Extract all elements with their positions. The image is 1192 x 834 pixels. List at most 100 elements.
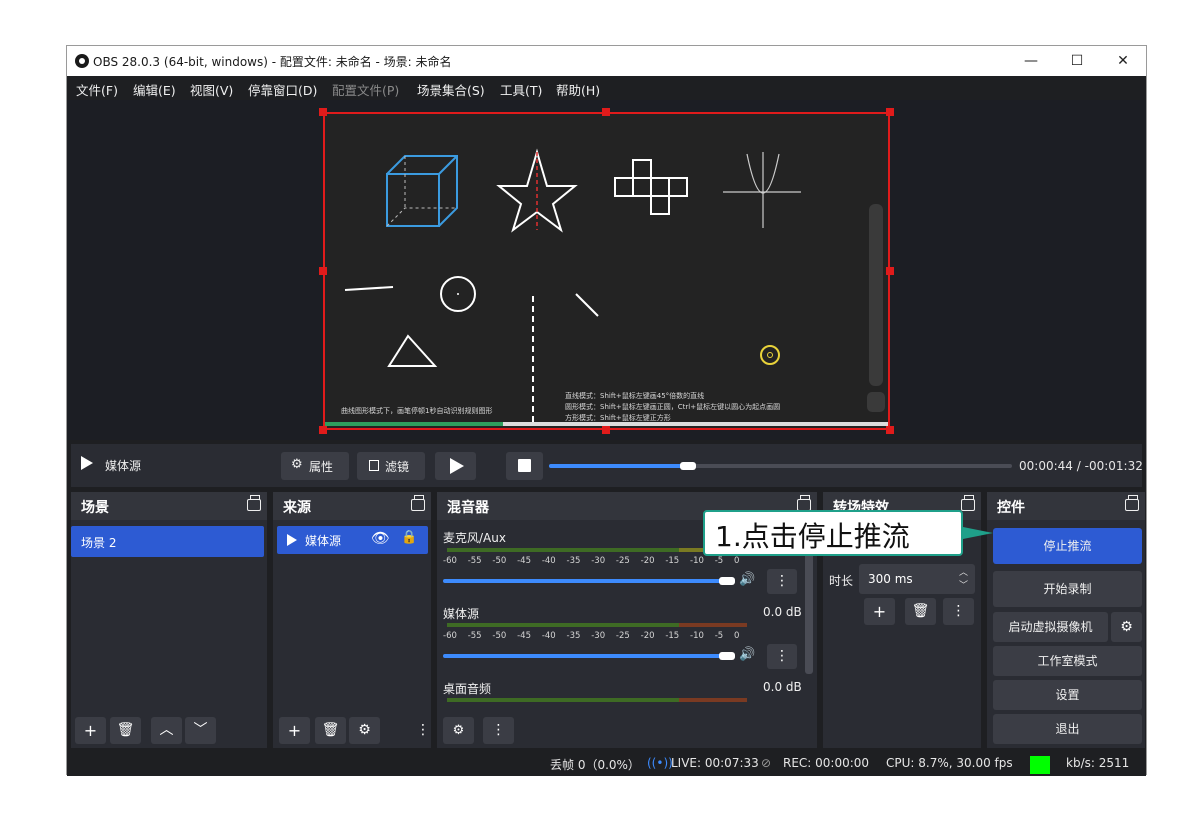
menu-scene-collection[interactable]: 场景集合(S) xyxy=(417,80,485,99)
remove-source-button[interactable]: 🗑 xyxy=(315,717,346,744)
menu-edit[interactable]: 编辑(E) xyxy=(133,80,176,99)
controls-dock: 控件 停止推流 开始录制 启动虚拟摄像机 ⚙ 工作室模式 设置 退出 xyxy=(987,492,1145,748)
chevron-down-icon[interactable]: ﹀ xyxy=(959,578,968,591)
title-bar: OBS 28.0.3 (64-bit, windows) - 配置文件: 未命名… xyxy=(67,46,1146,76)
mixer-channel-name: 媒体源 xyxy=(443,607,480,621)
filter-icon xyxy=(369,460,379,471)
add-transition-button[interactable]: + xyxy=(864,598,895,625)
start-virtual-camera-button[interactable]: 启动虚拟摄像机 xyxy=(993,612,1108,642)
mixer-channel-db: 0.0 dB xyxy=(763,680,802,694)
menu-file[interactable]: 文件(F) xyxy=(76,80,118,99)
undock-icon[interactable] xyxy=(1125,495,1139,511)
more-icon[interactable]: ⋮ xyxy=(416,722,430,740)
menu-view[interactable]: 视图(V) xyxy=(190,80,233,99)
chevron-up-icon[interactable]: ︿ xyxy=(959,565,968,578)
stop-button[interactable] xyxy=(506,452,543,480)
mixer-channel-name: 桌面音频 xyxy=(443,682,492,696)
studio-mode-button[interactable]: 工作室模式 xyxy=(993,646,1142,676)
channel-menu-button[interactable]: ⋮ xyxy=(767,644,797,669)
add-source-button[interactable]: + xyxy=(279,717,310,744)
undock-icon[interactable] xyxy=(961,495,975,511)
menu-profile[interactable]: 配置文件(P) xyxy=(332,80,399,99)
speaker-icon[interactable]: 🔊 xyxy=(739,572,755,587)
volume-slider[interactable] xyxy=(443,579,733,583)
volume-slider-handle[interactable] xyxy=(719,652,735,660)
callout-pointer xyxy=(963,527,993,539)
source-play-icon xyxy=(81,456,93,470)
duration-label: 时长 xyxy=(829,574,854,588)
speaker-icon[interactable]: 🔊 xyxy=(739,647,755,662)
source-properties-button[interactable]: ⚙ xyxy=(349,717,380,744)
stop-streaming-button[interactable]: 停止推流 xyxy=(993,528,1142,564)
menu-bar: 文件(F) 编辑(E) 视图(V) 停靠窗口(D) 配置文件(P) 场景集合(S… xyxy=(67,76,1146,100)
tutorial-callout: 1.点击停止推流 xyxy=(703,510,963,556)
resize-handle[interactable] xyxy=(886,426,894,434)
resize-handle[interactable] xyxy=(319,108,327,116)
scenes-header: 场景 xyxy=(71,492,267,520)
seek-handle[interactable] xyxy=(679,462,696,470)
seek-progress xyxy=(549,464,688,468)
transition-menu-button[interactable]: ⋮ xyxy=(943,598,974,625)
sources-dock: 来源 媒体源 👁 🔒 + 🗑 ⚙ ⋮ xyxy=(273,492,431,748)
live-icon: ((•)) xyxy=(647,756,673,770)
play-button[interactable] xyxy=(435,452,476,480)
menu-tools[interactable]: 工具(T) xyxy=(500,80,542,99)
controls-header: 控件 xyxy=(987,492,1145,520)
selection-box[interactable] xyxy=(323,112,890,430)
filters-button[interactable]: 滤镜 xyxy=(357,452,425,480)
exit-button[interactable]: 退出 xyxy=(993,714,1142,744)
volume-slider[interactable] xyxy=(443,654,733,658)
stop-icon xyxy=(518,459,531,472)
source-item[interactable]: 媒体源 👁 🔒 xyxy=(277,526,428,554)
settings-button[interactable]: 设置 xyxy=(993,680,1142,710)
media-controls-bar: 媒体源 ⚙ 属性 滤镜 00:00:44 / -00:01:32 xyxy=(71,444,1143,487)
remove-transition-button[interactable]: 🗑 xyxy=(905,598,936,625)
meter-ticks: -60 -55 -50 -45 -40 -35 -30 -25 -20 -15 … xyxy=(443,631,740,641)
mixer-channel-name: 麦克风/Aux xyxy=(443,531,506,545)
media-source-name: 媒体源 xyxy=(105,459,142,473)
status-bar: 丢帧 0（0.0%） ((•)) LIVE: 00:07:33 ⊘ REC: 0… xyxy=(67,752,1146,776)
channel-menu-button[interactable]: ⋮ xyxy=(767,569,797,594)
lock-icon[interactable]: 🔒 xyxy=(401,530,417,545)
meter-ticks: -60 -55 -50 -45 -40 -35 -30 -25 -20 -15 … xyxy=(443,556,740,566)
mixer-settings-button[interactable]: ⚙ xyxy=(443,717,474,744)
resize-handle[interactable] xyxy=(319,426,327,434)
gear-icon: ⚙ xyxy=(291,457,303,472)
resize-handle[interactable] xyxy=(886,108,894,116)
network-status-indicator xyxy=(1030,756,1050,774)
resize-handle[interactable] xyxy=(319,267,327,275)
close-button[interactable]: ✕ xyxy=(1100,46,1146,76)
undock-icon[interactable] xyxy=(247,495,261,511)
properties-button[interactable]: ⚙ 属性 xyxy=(281,452,349,480)
remove-scene-button[interactable]: 🗑 xyxy=(110,717,141,744)
maximize-button[interactable]: ☐ xyxy=(1054,46,1100,76)
rec-icon: ⊘ xyxy=(761,756,772,770)
resize-handle[interactable] xyxy=(602,108,610,116)
media-time: 00:00:44 / -00:01:32 xyxy=(1019,459,1143,473)
menu-help[interactable]: 帮助(H) xyxy=(556,80,600,99)
minimize-button[interactable]: — xyxy=(1008,46,1054,76)
bitrate: kb/s: 2511 xyxy=(1066,756,1130,770)
preview-area[interactable]: 曲线图形模式下，画笔停顿1秒自动识别规则图形 直线模式：Shift+鼠标左键画4… xyxy=(67,100,1146,440)
move-scene-up-button[interactable]: ︿ xyxy=(151,717,182,744)
undock-icon[interactable] xyxy=(411,495,425,511)
virtual-camera-settings-button[interactable]: ⚙ xyxy=(1111,612,1142,642)
dropped-frames: 丢帧 0（0.0%） xyxy=(550,758,640,772)
duration-spinbox[interactable]: 300 ms ︿ ﹀ xyxy=(859,564,975,594)
seek-bar[interactable] xyxy=(549,462,1012,470)
sources-header: 来源 xyxy=(273,492,431,520)
mixer-menu-button[interactable]: ⋮ xyxy=(483,717,514,744)
add-scene-button[interactable]: + xyxy=(75,717,106,744)
move-scene-down-button[interactable]: ﹀ xyxy=(185,717,216,744)
start-recording-button[interactable]: 开始录制 xyxy=(993,571,1142,607)
resize-handle[interactable] xyxy=(602,426,610,434)
cpu-usage: CPU: 8.7%, 30.00 fps xyxy=(886,756,1013,770)
volume-meter xyxy=(447,548,679,552)
live-time: LIVE: 00:07:33 xyxy=(671,756,759,770)
scene-item[interactable]: 场景 2 xyxy=(71,526,264,557)
volume-slider-handle[interactable] xyxy=(719,577,735,585)
menu-docks[interactable]: 停靠窗口(D) xyxy=(248,80,317,99)
eye-icon[interactable]: 👁 xyxy=(371,529,390,547)
rec-time: REC: 00:00:00 xyxy=(783,756,870,770)
resize-handle[interactable] xyxy=(886,267,894,275)
